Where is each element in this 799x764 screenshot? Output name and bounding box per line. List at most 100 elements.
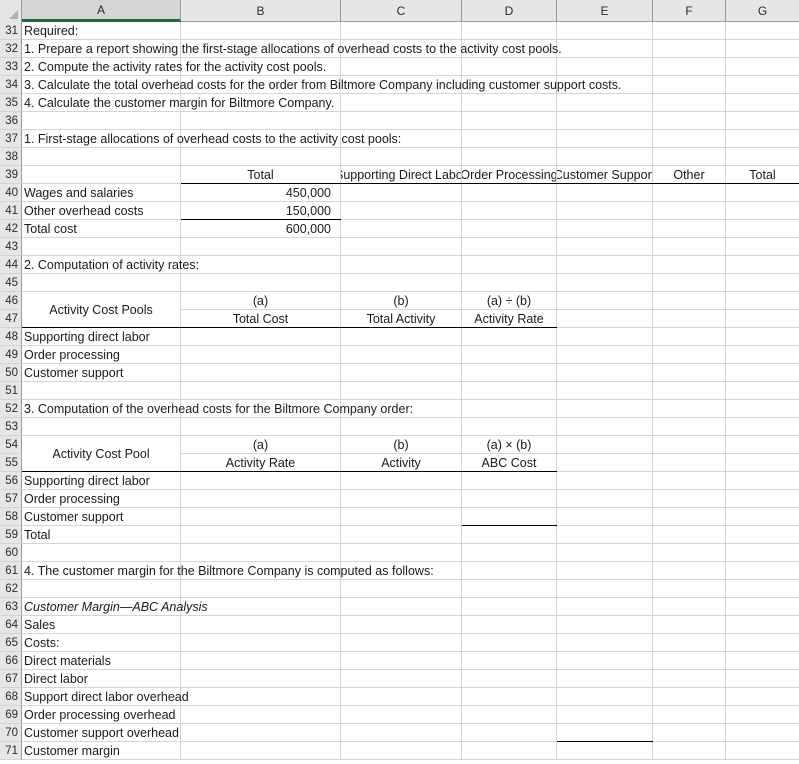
cell-e40[interactable] bbox=[557, 184, 653, 202]
cell-d62[interactable] bbox=[462, 580, 557, 598]
cell-b50[interactable] bbox=[181, 364, 341, 382]
cell-a36[interactable] bbox=[22, 112, 181, 130]
cell-e61[interactable] bbox=[557, 562, 653, 580]
cell-g40[interactable] bbox=[726, 184, 799, 202]
cell-f50[interactable] bbox=[653, 364, 726, 382]
cell-c54[interactable]: (b) bbox=[341, 436, 462, 454]
cell-a50[interactable]: Customer support bbox=[22, 364, 181, 382]
cell-d48[interactable] bbox=[462, 328, 557, 346]
cell-e49[interactable] bbox=[557, 346, 653, 364]
cell-b68[interactable] bbox=[181, 688, 341, 706]
cell-a52[interactable]: 3. Computation of the overhead costs for… bbox=[22, 400, 413, 418]
cell-e56[interactable] bbox=[557, 472, 653, 490]
column-header-e[interactable]: E bbox=[557, 0, 653, 21]
cell-g68[interactable] bbox=[726, 688, 799, 706]
row-header-54[interactable]: 54 bbox=[0, 436, 22, 454]
cell-c40[interactable] bbox=[341, 184, 462, 202]
cell-a51[interactable] bbox=[22, 382, 181, 400]
cell-b31[interactable] bbox=[181, 22, 341, 40]
cell-a57[interactable]: Order processing bbox=[22, 490, 181, 508]
row-header-46[interactable]: 46 bbox=[0, 292, 22, 310]
cell-a69[interactable]: Order processing overhead bbox=[22, 706, 181, 724]
row-header-36[interactable]: 36 bbox=[0, 112, 22, 130]
row-header-65[interactable]: 65 bbox=[0, 634, 22, 652]
cell-g45[interactable] bbox=[726, 274, 799, 292]
row-header-51[interactable]: 51 bbox=[0, 382, 22, 400]
cell-g32[interactable] bbox=[726, 40, 799, 58]
cell-d31[interactable] bbox=[462, 22, 557, 40]
cell-c58[interactable] bbox=[341, 508, 462, 526]
cell-c59[interactable] bbox=[341, 526, 462, 544]
cell-f47[interactable] bbox=[653, 310, 726, 328]
cell-e36[interactable] bbox=[557, 112, 653, 130]
row-header-40[interactable]: 40 bbox=[0, 184, 22, 202]
row-header-66[interactable]: 66 bbox=[0, 652, 22, 670]
cell-a34[interactable]: 3. Calculate the total overhead costs fo… bbox=[22, 76, 622, 94]
row-header-44[interactable]: 44 bbox=[0, 256, 22, 274]
cell-a33[interactable]: 2. Compute the activity rates for the ac… bbox=[22, 58, 326, 76]
cell-e42[interactable] bbox=[557, 220, 653, 238]
cell-g38[interactable] bbox=[726, 148, 799, 166]
cell-a45[interactable] bbox=[22, 274, 181, 292]
cell-a56[interactable]: Supporting direct labor bbox=[22, 472, 181, 490]
column-header-d[interactable]: D bbox=[462, 0, 557, 21]
cell-f54[interactable] bbox=[653, 436, 726, 454]
cell-b65[interactable] bbox=[181, 634, 341, 652]
cell-e38[interactable] bbox=[557, 148, 653, 166]
cell-d66[interactable] bbox=[462, 652, 557, 670]
cell-g63[interactable] bbox=[726, 598, 799, 616]
cell-g46[interactable] bbox=[726, 292, 799, 310]
cell-g44[interactable] bbox=[726, 256, 799, 274]
cell-g54[interactable] bbox=[726, 436, 799, 454]
row-header-62[interactable]: 62 bbox=[0, 580, 22, 598]
cell-c50[interactable] bbox=[341, 364, 462, 382]
cell-f69[interactable] bbox=[653, 706, 726, 724]
row-header-48[interactable]: 48 bbox=[0, 328, 22, 346]
cell-b59[interactable] bbox=[181, 526, 341, 544]
cell-b43[interactable] bbox=[181, 238, 341, 256]
cell-g31[interactable] bbox=[726, 22, 799, 40]
cell-d49[interactable] bbox=[462, 346, 557, 364]
column-header-f[interactable]: F bbox=[653, 0, 726, 21]
cell-c41[interactable] bbox=[341, 202, 462, 220]
cell-d50[interactable] bbox=[462, 364, 557, 382]
cell-a38[interactable] bbox=[22, 148, 181, 166]
cell-c69[interactable] bbox=[341, 706, 462, 724]
cell-a48[interactable]: Supporting direct labor bbox=[22, 328, 181, 346]
cell-f41[interactable] bbox=[653, 202, 726, 220]
cell-d33[interactable] bbox=[462, 58, 557, 76]
cell-c42[interactable] bbox=[341, 220, 462, 238]
row-header-68[interactable]: 68 bbox=[0, 688, 22, 706]
cell-a67[interactable]: Direct labor bbox=[22, 670, 181, 688]
cell-d56[interactable] bbox=[462, 472, 557, 490]
cell-d42[interactable] bbox=[462, 220, 557, 238]
cell-a47[interactable] bbox=[22, 310, 181, 328]
cell-e52[interactable] bbox=[557, 400, 653, 418]
cell-d46[interactable]: (a) ÷ (b) bbox=[462, 292, 557, 310]
row-header-71[interactable]: 71 bbox=[0, 742, 22, 760]
cell-e45[interactable] bbox=[557, 274, 653, 292]
cell-e53[interactable] bbox=[557, 418, 653, 436]
cell-b49[interactable] bbox=[181, 346, 341, 364]
column-header-c[interactable]: C bbox=[341, 0, 462, 21]
select-all-button[interactable] bbox=[0, 0, 22, 22]
row-header-31[interactable]: 31 bbox=[0, 22, 22, 40]
cell-g42[interactable] bbox=[726, 220, 799, 238]
cell-e32[interactable] bbox=[557, 40, 653, 58]
cell-f32[interactable] bbox=[653, 40, 726, 58]
cell-g37[interactable] bbox=[726, 130, 799, 148]
cell-a44[interactable]: 2. Computation of activity rates: bbox=[22, 256, 199, 274]
cell-g61[interactable] bbox=[726, 562, 799, 580]
cell-e43[interactable] bbox=[557, 238, 653, 256]
cell-a62[interactable] bbox=[22, 580, 181, 598]
cell-f43[interactable] bbox=[653, 238, 726, 256]
cell-d64[interactable] bbox=[462, 616, 557, 634]
cell-f71[interactable] bbox=[653, 742, 726, 760]
cell-g36[interactable] bbox=[726, 112, 799, 130]
cell-d40[interactable] bbox=[462, 184, 557, 202]
row-header-38[interactable]: 38 bbox=[0, 148, 22, 166]
cell-c35[interactable] bbox=[341, 94, 462, 112]
cell-c38[interactable] bbox=[341, 148, 462, 166]
cell-g48[interactable] bbox=[726, 328, 799, 346]
cell-b46[interactable]: (a) bbox=[181, 292, 341, 310]
